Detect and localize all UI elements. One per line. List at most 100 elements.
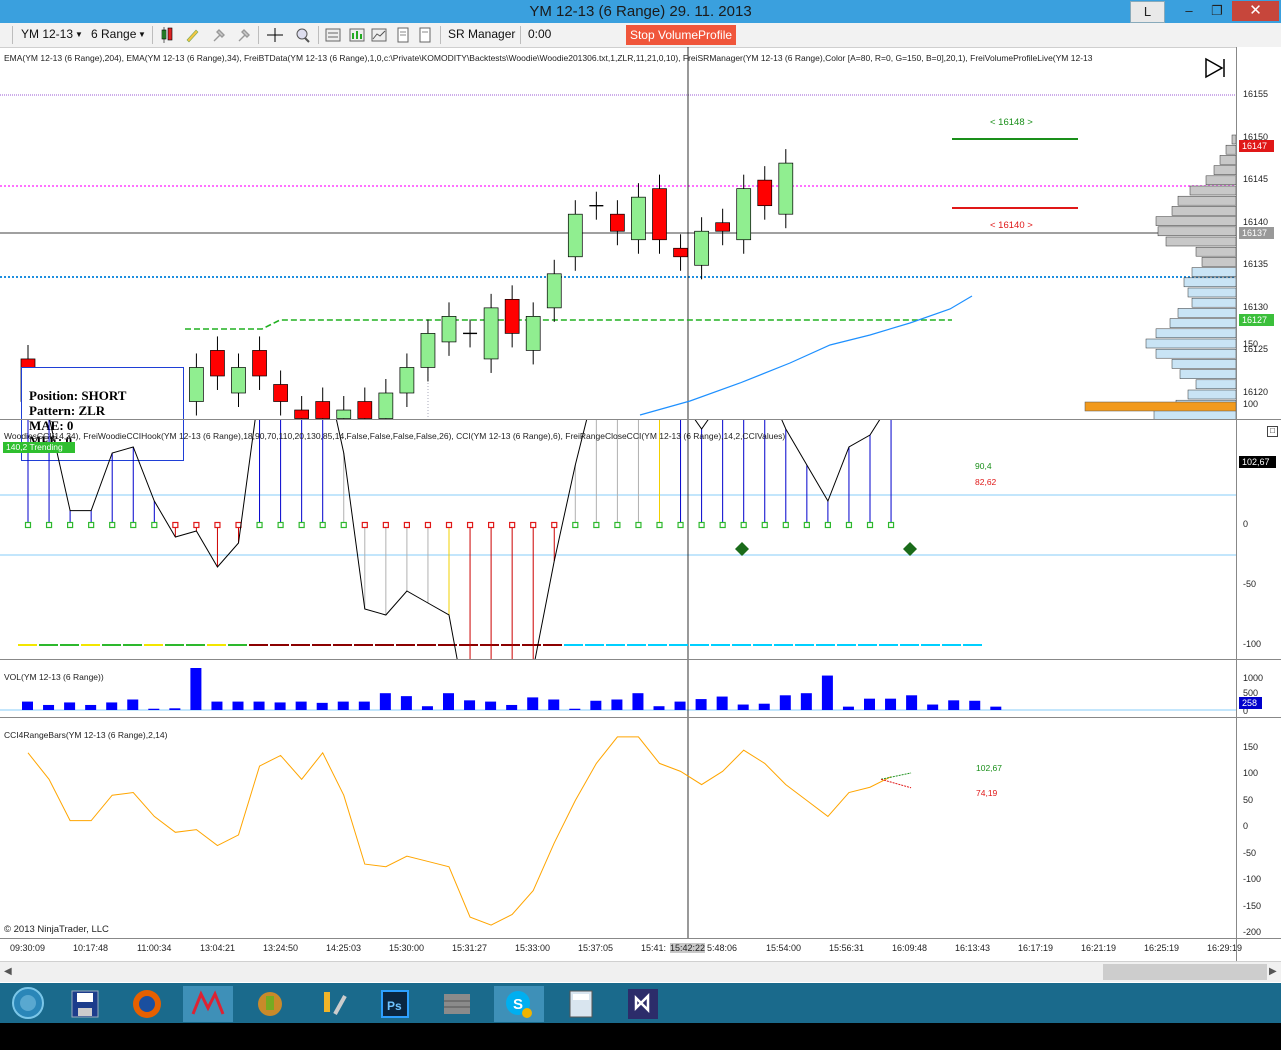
instrument-selector[interactable]: YM 12-13 [21, 27, 73, 41]
close-button[interactable]: ✕ [1232, 1, 1279, 21]
volume-bar [148, 708, 160, 710]
price-tag-ema: 16127 [1239, 314, 1274, 326]
volume-bar [969, 700, 981, 710]
time-tick: 13:24:50 [263, 943, 299, 953]
pin-icon[interactable] [211, 27, 229, 43]
crosshair-icon[interactable] [266, 27, 284, 43]
candle-body [336, 409, 352, 419]
cci4-down-value: 74,19 [976, 788, 998, 798]
properties-icon[interactable] [324, 27, 342, 43]
toolbar-separator [318, 26, 319, 44]
link-button[interactable]: L [1130, 1, 1165, 23]
zoom-icon[interactable] [294, 27, 312, 43]
price-tick: 16120 [1243, 387, 1269, 397]
strategies-icon[interactable] [370, 27, 388, 43]
cci-zero-marker [656, 521, 663, 529]
scroll-right-icon[interactable]: ▶ [1269, 966, 1277, 977]
cci-zero-marker [530, 521, 537, 529]
time-axis[interactable]: 09:30:09 10:17:48 11:00:34 13:04:21 13:24:50… [0, 938, 1242, 961]
profile-bar [1165, 236, 1237, 247]
candle-body [567, 213, 583, 258]
profile-bar [1171, 359, 1237, 369]
chevron-down-icon[interactable]: ▼ [138, 30, 146, 39]
start-button[interactable] [6, 986, 50, 1020]
period-selector[interactable]: 6 Range [91, 27, 136, 41]
profile-bar [1169, 318, 1237, 328]
cci4-projection-up [880, 772, 912, 780]
volume-chart-svg[interactable] [0, 660, 1236, 718]
cci-zero-marker [845, 521, 853, 529]
maximize-panel-icon[interactable]: □ [1267, 426, 1278, 437]
profile-bar [1187, 287, 1237, 298]
play-icon[interactable] [1204, 57, 1228, 79]
data-box-icon[interactable] [394, 27, 412, 43]
cci-zero-marker [256, 521, 263, 529]
volume-bar [22, 701, 33, 710]
profile-bar [1225, 144, 1237, 155]
taskbar-calculator-icon[interactable] [556, 986, 606, 1022]
volume-bar [253, 701, 265, 710]
cci-zero-marker [340, 521, 347, 529]
taskbar-wall-icon[interactable] [432, 986, 482, 1022]
cci4-tick: 100 [1243, 768, 1259, 778]
price-y-axis[interactable]: 16155 16150 16145 16140 16135 16130 16125 16120… [1236, 47, 1281, 419]
cci-zero-marker [319, 521, 326, 529]
pencil-icon[interactable] [184, 27, 202, 43]
candle-body [189, 367, 204, 402]
taskbar-skype-icon[interactable]: S [494, 986, 544, 1022]
taskbar-tools-icon[interactable] [307, 986, 357, 1022]
cci-chart-svg[interactable] [0, 420, 1236, 660]
volume-bar [632, 693, 644, 710]
volume-bar [421, 706, 433, 710]
candle-body [610, 213, 625, 232]
minimize-button[interactable]: – [1176, 1, 1202, 21]
maximize-button[interactable]: ❐ [1204, 1, 1230, 21]
taskbar-visual-studio-icon[interactable] [618, 986, 668, 1022]
bar-type-icon[interactable] [160, 27, 178, 43]
cci-zero-marker [803, 521, 810, 529]
volume-bar [611, 699, 623, 710]
toolbar-separator [152, 26, 153, 44]
cci-tick: -50 [1243, 579, 1257, 589]
scroll-left-icon[interactable]: ◀ [4, 966, 12, 977]
volume-bar [295, 701, 307, 710]
taskbar-spartan-icon[interactable] [245, 986, 295, 1022]
time-tick: 5:48:06 [707, 943, 738, 953]
taskbar-firefox-icon[interactable] [122, 986, 172, 1022]
volume-y-axis[interactable]: 1000 500 0 258 [1236, 660, 1281, 718]
volume-bars-group [22, 668, 1002, 710]
stop-volume-profile-button[interactable]: Stop VolumeProfile [626, 25, 736, 45]
price-indicator-label: EMA(YM 12-13 (6 Range),204), EMA(YM 12-1… [4, 53, 1093, 63]
taskbar-photoshop-icon[interactable]: Ps [370, 986, 420, 1022]
horizontal-scrollbar[interactable]: ◀ ▶ [0, 961, 1281, 982]
price-chart-svg[interactable] [0, 47, 1281, 419]
volume-bar [358, 701, 370, 710]
template-icon[interactable] [416, 27, 434, 43]
cci-zero-marker [740, 521, 747, 529]
cci4-up-value: 102,67 [976, 763, 1002, 773]
sr-manager-button[interactable]: SR Manager [448, 27, 515, 41]
time-tick: 16:17:19 [1018, 943, 1054, 953]
pin-icon[interactable] [236, 27, 254, 43]
cci4-chart-svg[interactable] [0, 718, 1236, 939]
price-tick: 16145 [1243, 174, 1269, 185]
chevron-down-icon[interactable]: ▼ [75, 30, 83, 39]
taskbar-save-app-icon[interactable] [60, 986, 110, 1022]
axis-corner [1236, 938, 1281, 961]
scroll-thumb[interactable] [1103, 964, 1267, 980]
volume-bar [106, 702, 118, 710]
toolbar-separator [12, 26, 13, 44]
candle-body [757, 179, 773, 207]
profile-bar [1155, 216, 1237, 226]
cci-y-axis[interactable]: 150100500-50-100-150-200 102,67 [1236, 339, 1281, 769]
indicators-icon[interactable] [348, 27, 366, 43]
cci-hook-down-value: 82,62 [975, 477, 997, 487]
cci4-y-axis[interactable]: 150 100 50 0 -50 -100 -150 -200 [1236, 718, 1281, 939]
price-tick: 16135 [1243, 259, 1269, 270]
profile-bar [1145, 338, 1237, 349]
volume-bar [737, 704, 749, 710]
taskbar-ninjatrader-icon[interactable] [183, 986, 233, 1022]
cci-zero-marker [45, 521, 53, 529]
price-tick: 16140 [1243, 216, 1269, 227]
candle-body [652, 188, 667, 241]
